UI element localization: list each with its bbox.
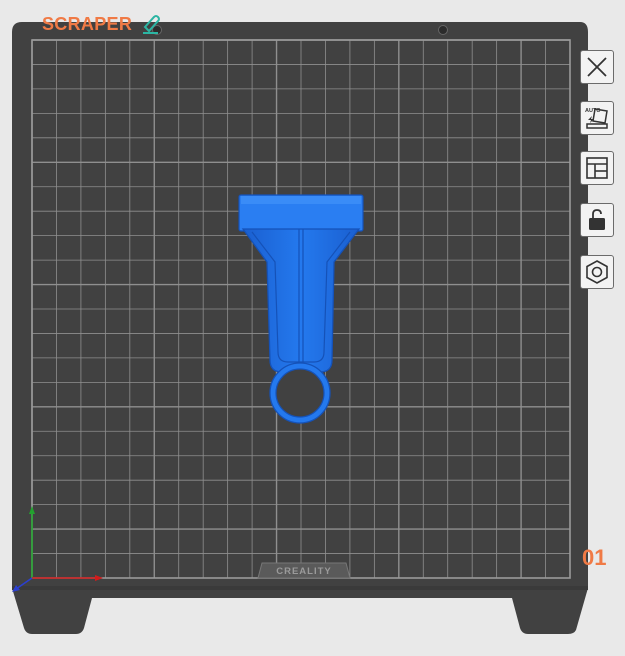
edit-name-icon[interactable] [140,12,162,36]
auto-orient-icon: AUTO [585,108,608,129]
lock-plate-button[interactable] [580,203,614,237]
plate-title: SCRAPER [42,14,133,34]
bed-edge [12,586,588,590]
hex-nut-icon [586,260,608,284]
close-icon [587,57,607,77]
close-plate-button[interactable] [580,50,614,84]
auto-arrange-button[interactable]: AUTO [580,101,614,135]
unlock-icon [589,209,605,230]
plate-settings-button[interactable] [580,255,614,289]
layout-icon [586,157,608,179]
bed-screw [438,25,448,35]
brand-label: CREALITY [276,566,332,577]
arrange-layout-button[interactable] [580,151,614,185]
build-plate-viewport[interactable]: CREALITY SCRAPER AUTO 01 [0,0,625,651]
plate-scene: CREALITY [12,22,588,634]
plate-index: 01 [582,545,607,570]
